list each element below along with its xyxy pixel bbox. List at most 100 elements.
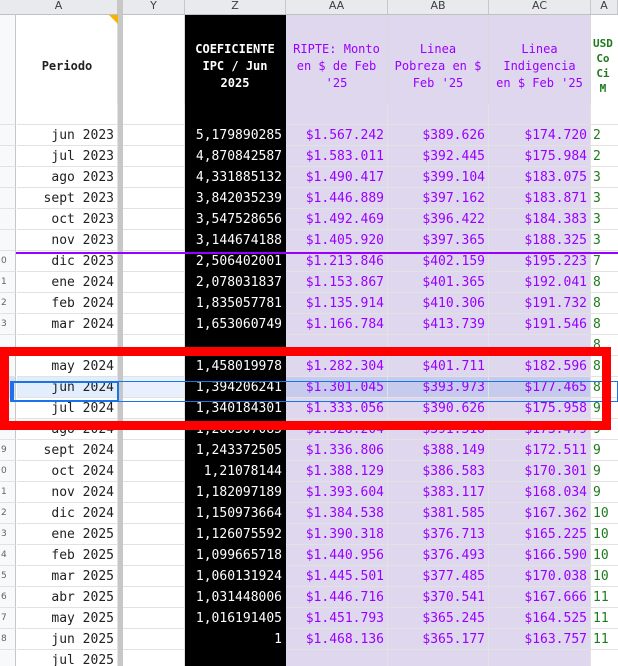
cell-usd[interactable]: 9 bbox=[591, 440, 618, 461]
table-row[interactable]: 8 jun 2025 1 $1.468.136 $365.177 $163.757 11 bbox=[0, 629, 618, 650]
cell-y[interactable] bbox=[123, 545, 185, 566]
cell-ripte[interactable]: $1.451.793 bbox=[286, 608, 388, 629]
cell-linea-pobreza[interactable]: $392.445 bbox=[388, 146, 489, 167]
cell-periodo[interactable]: feb 2025 bbox=[17, 545, 118, 566]
cell-ripte[interactable]: $1.384.538 bbox=[286, 503, 388, 524]
cell-y[interactable] bbox=[123, 503, 185, 524]
cell-periodo[interactable]: may 2025 bbox=[17, 608, 118, 629]
row-number[interactable]: 0 bbox=[0, 461, 16, 482]
cell-linea-indigencia[interactable]: $168.034 bbox=[489, 482, 591, 503]
table-row[interactable]: oct 2023 3,547528656 $1.492.469 $396.422 $18… bbox=[0, 209, 618, 230]
cell-periodo[interactable]: sept 2023 bbox=[17, 188, 118, 209]
cell-linea-indigencia[interactable]: $170.038 bbox=[489, 566, 591, 587]
header-coeficiente-ipc[interactable]: COEFICIENTE IPC / Jun 2025 bbox=[185, 15, 286, 117]
cell-linea-indigencia[interactable]: $192.041 bbox=[489, 272, 591, 293]
table-row[interactable]: 1 nov 2024 1,182097189 $1.393.604 $383.117 $1… bbox=[0, 482, 618, 503]
cell-linea-pobreza[interactable]: $402.159 bbox=[388, 251, 489, 272]
cell-usd[interactable]: 11 bbox=[591, 629, 618, 650]
cell-coeficiente[interactable]: 1,016191405 bbox=[185, 608, 286, 629]
table-row[interactable]: 2 dic 2024 1,150973664 $1.384.538 $381.585 $1… bbox=[0, 503, 618, 524]
row-number[interactable] bbox=[0, 104, 16, 125]
cell-y[interactable] bbox=[123, 629, 185, 650]
cell-linea-indigencia[interactable]: $184.383 bbox=[489, 209, 591, 230]
row-number[interactable]: 3 bbox=[0, 314, 16, 335]
cell-ripte[interactable] bbox=[286, 650, 388, 666]
cell-ripte[interactable]: $1.336.806 bbox=[286, 440, 388, 461]
cell-periodo[interactable]: dic 2024 bbox=[17, 503, 118, 524]
cell-ripte[interactable]: $1.492.469 bbox=[286, 209, 388, 230]
cell-y[interactable] bbox=[123, 167, 185, 188]
cell-y[interactable] bbox=[123, 146, 185, 167]
filter-indicator-icon[interactable] bbox=[109, 15, 118, 24]
cell-linea-indigencia[interactable] bbox=[489, 104, 591, 125]
cell-usd[interactable]: 7 bbox=[591, 251, 618, 272]
cell-y[interactable] bbox=[123, 608, 185, 629]
cell-periodo[interactable]: jun 2023 bbox=[17, 125, 118, 146]
cell-y[interactable] bbox=[123, 272, 185, 293]
row-number[interactable] bbox=[0, 146, 16, 167]
cell-y[interactable] bbox=[123, 440, 185, 461]
cell-linea-pobreza[interactable]: $397.365 bbox=[388, 230, 489, 251]
column-letter-ac[interactable]: AC bbox=[489, 0, 591, 14]
cell-periodo[interactable]: mar 2024 bbox=[17, 314, 118, 335]
cell-coeficiente[interactable]: 4,331885132 bbox=[185, 167, 286, 188]
cell-usd[interactable] bbox=[591, 104, 618, 125]
cell-linea-indigencia[interactable]: $167.666 bbox=[489, 587, 591, 608]
cell-linea-indigencia[interactable] bbox=[489, 650, 591, 666]
cell-coeficiente[interactable]: 3,144674188 bbox=[185, 230, 286, 251]
cell-linea-indigencia[interactable]: $191.546 bbox=[489, 314, 591, 335]
cell-usd[interactable]: 11 bbox=[591, 587, 618, 608]
cell-linea-pobreza[interactable]: $401.365 bbox=[388, 272, 489, 293]
cell-ripte[interactable]: $1.490.417 bbox=[286, 167, 388, 188]
row-number[interactable]: 7 bbox=[0, 608, 16, 629]
row-number[interactable] bbox=[0, 230, 16, 251]
cell-periodo[interactable]: jun 2025 bbox=[17, 629, 118, 650]
cell-ripte[interactable]: $1.446.889 bbox=[286, 188, 388, 209]
cell-linea-indigencia[interactable]: $183.871 bbox=[489, 188, 591, 209]
cell-y[interactable] bbox=[123, 104, 185, 125]
cell-ripte[interactable]: $1.405.920 bbox=[286, 230, 388, 251]
cell-linea-pobreza[interactable]: $413.739 bbox=[388, 314, 489, 335]
cell-coeficiente[interactable]: 2,078031837 bbox=[185, 272, 286, 293]
row-number[interactable]: 9 bbox=[0, 440, 16, 461]
column-letter-a[interactable]: A bbox=[0, 0, 118, 14]
frozen-column-divider[interactable] bbox=[118, 0, 123, 666]
cell-linea-pobreza[interactable]: $410.306 bbox=[388, 293, 489, 314]
row-number[interactable] bbox=[0, 188, 16, 209]
cell-usd[interactable]: 9 bbox=[591, 461, 618, 482]
row-number[interactable] bbox=[0, 125, 16, 146]
cell-usd[interactable] bbox=[591, 650, 618, 666]
cell-coeficiente[interactable]: 1,835057781 bbox=[185, 293, 286, 314]
cell-coeficiente[interactable]: 1,031448006 bbox=[185, 587, 286, 608]
cell-periodo[interactable]: jul 2023 bbox=[17, 146, 118, 167]
cell-coeficiente[interactable]: 1,653060749 bbox=[185, 314, 286, 335]
cell-linea-indigencia[interactable]: $165.225 bbox=[489, 524, 591, 545]
column-letter-aa[interactable]: AA bbox=[286, 0, 388, 14]
cell-linea-indigencia[interactable]: $170.301 bbox=[489, 461, 591, 482]
cell-y[interactable] bbox=[123, 209, 185, 230]
column-letter-y[interactable]: Y bbox=[123, 0, 185, 14]
row-number[interactable] bbox=[0, 650, 16, 666]
cell-usd[interactable]: 2 bbox=[591, 125, 618, 146]
table-row[interactable]: jul 2025 bbox=[0, 650, 618, 666]
cell-linea-pobreza[interactable]: $388.149 bbox=[388, 440, 489, 461]
row-number[interactable]: 2 bbox=[0, 293, 16, 314]
cell-linea-indigencia[interactable]: $163.757 bbox=[489, 629, 591, 650]
cell-linea-indigencia[interactable]: $172.511 bbox=[489, 440, 591, 461]
cell-linea-pobreza[interactable]: $396.422 bbox=[388, 209, 489, 230]
cell-periodo[interactable]: abr 2025 bbox=[17, 587, 118, 608]
cell-coeficiente[interactable]: 1,126075592 bbox=[185, 524, 286, 545]
cell-linea-pobreza[interactable]: $399.104 bbox=[388, 167, 489, 188]
cell-usd[interactable]: 10 bbox=[591, 503, 618, 524]
cell-ripte[interactable]: $1.388.129 bbox=[286, 461, 388, 482]
cell-usd[interactable]: 3 bbox=[591, 188, 618, 209]
table-row[interactable]: 6 abr 2025 1,031448006 $1.446.716 $370.541 $1… bbox=[0, 587, 618, 608]
cell-ripte[interactable]: $1.440.956 bbox=[286, 545, 388, 566]
cell-linea-pobreza[interactable]: $370.541 bbox=[388, 587, 489, 608]
cell-linea-pobreza[interactable]: $397.162 bbox=[388, 188, 489, 209]
cell-periodo[interactable]: sept 2024 bbox=[17, 440, 118, 461]
cell-usd[interactable]: 10 bbox=[591, 524, 618, 545]
cell-y[interactable] bbox=[123, 650, 185, 666]
row-number[interactable] bbox=[0, 167, 16, 188]
cell-periodo[interactable]: oct 2024 bbox=[17, 461, 118, 482]
